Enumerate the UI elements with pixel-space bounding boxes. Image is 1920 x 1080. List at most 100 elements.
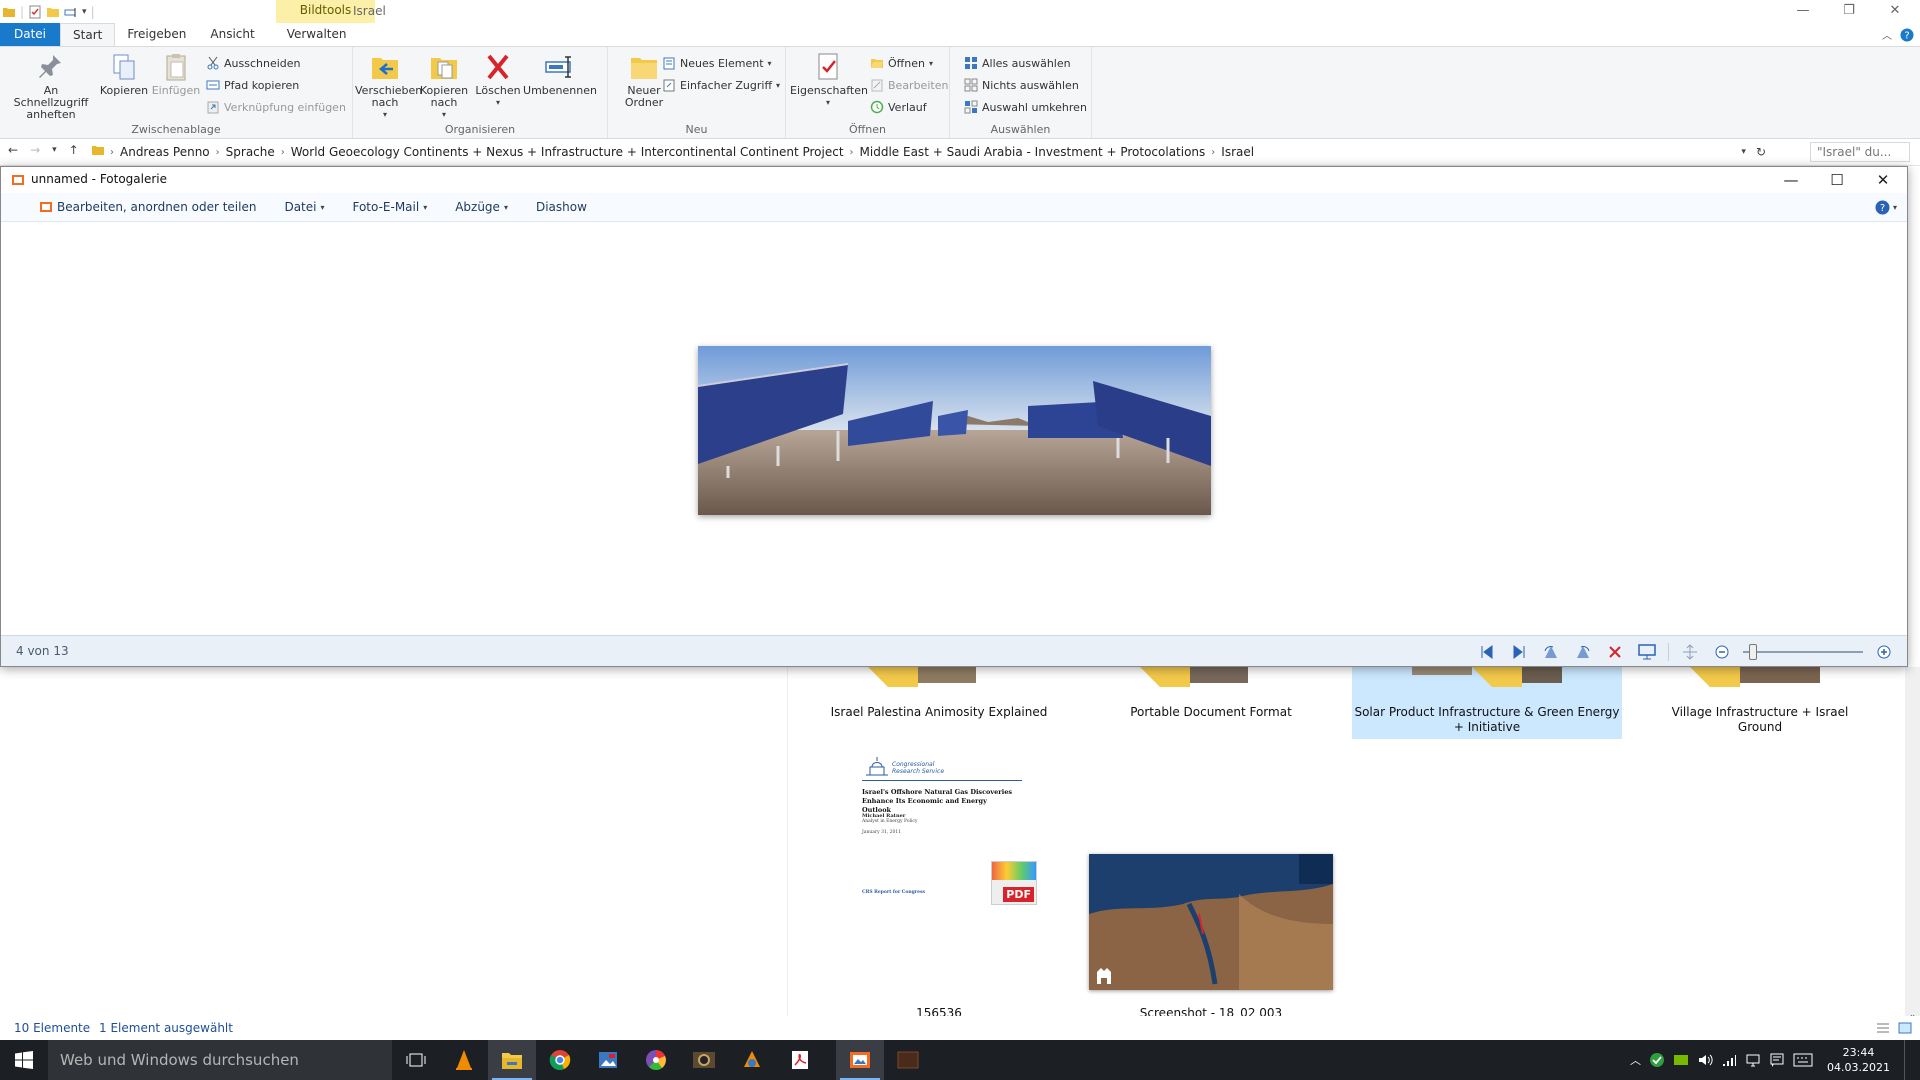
cut-button[interactable]: Ausschneiden — [206, 53, 301, 73]
restore-button[interactable]: ❐ — [1826, 0, 1872, 23]
properties-icon[interactable] — [28, 5, 42, 19]
search-input[interactable]: "Israel" du... — [1810, 142, 1910, 162]
breadcrumb-separator-icon[interactable]: › — [1209, 147, 1217, 158]
breadcrumb-item[interactable]: Sprache — [222, 145, 279, 159]
new-folder-icon[interactable] — [46, 5, 60, 19]
gallery-maximize-button[interactable]: ☐ — [1814, 167, 1860, 193]
breadcrumb-separator-icon[interactable]: › — [279, 147, 287, 158]
taskbar-app[interactable] — [728, 1040, 776, 1080]
back-arrow-icon[interactable]: ← — [8, 143, 18, 157]
slideshow-button[interactable]: Diashow — [522, 193, 601, 222]
paste-shortcut-button[interactable]: Verknüpfung einfügen — [206, 97, 346, 117]
clock[interactable]: 23:44 04.03.2021 — [1827, 1045, 1890, 1075]
move-to-button[interactable]: Verschieben nach ▾ — [355, 51, 422, 121]
tab-manage[interactable]: Verwalten — [275, 23, 359, 46]
taskbar-vlc[interactable] — [440, 1040, 488, 1080]
taskbar-photo-gallery[interactable] — [836, 1040, 884, 1080]
file-menu[interactable]: Datei ▾ — [270, 193, 338, 222]
tab-share[interactable]: Freigeben — [115, 23, 198, 46]
gallery-close-button[interactable]: ✕ — [1860, 167, 1906, 193]
collapse-ribbon-icon[interactable]: ︿ — [1882, 27, 1892, 42]
gallery-minimize-button[interactable]: — — [1768, 167, 1814, 193]
customize-qat-icon[interactable]: ▾ — [82, 7, 87, 17]
action-center-icon[interactable] — [1769, 1052, 1785, 1068]
item-thumbnail[interactable] — [1130, 667, 1290, 687]
open-button[interactable]: Öffnen ▾ — [870, 53, 933, 73]
list-item-selected[interactable]: Solar Product Infrastructure & Green Ene… — [1352, 667, 1622, 739]
refresh-icon[interactable]: ↻ — [1756, 145, 1766, 159]
copy-button[interactable]: Kopieren — [98, 51, 150, 97]
show-hidden-icons-icon[interactable]: ︿ — [1630, 1052, 1641, 1068]
up-arrow-icon[interactable]: ↑ — [69, 143, 79, 157]
edit-button[interactable]: Bearbeiten — [870, 75, 948, 95]
pin-quick-access-button[interactable]: An Schnellzugriff anheften — [6, 51, 96, 121]
pdf-thumbnail[interactable]: Congressional Research Service Israel's … — [856, 753, 1040, 905]
zoom-slider-thumb[interactable] — [1748, 644, 1757, 660]
delete-photo-button[interactable] — [1604, 641, 1626, 663]
item-thumbnail[interactable] — [858, 667, 1018, 687]
display-icon[interactable] — [1745, 1052, 1761, 1068]
breadcrumb-item[interactable]: Middle East + Saudi Arabia - Investment … — [856, 145, 1210, 159]
copy-to-button[interactable]: Kopieren nach ▾ — [415, 51, 473, 121]
invert-selection-button[interactable]: Auswahl umkehren — [964, 97, 1087, 117]
address-dropdown-icon[interactable]: ▾ — [1741, 147, 1746, 157]
list-item[interactable]: Village Infrastructure + Israel Ground — [1650, 705, 1870, 735]
properties-button[interactable]: Eigenschaften ▾ — [790, 51, 868, 109]
taskbar-file-explorer[interactable] — [488, 1040, 536, 1080]
delete-button[interactable]: Löschen ▾ — [475, 51, 521, 109]
task-view-button[interactable] — [392, 1040, 440, 1080]
map-screenshot-thumbnail[interactable] — [1089, 854, 1333, 990]
easy-access-button[interactable]: Einfacher Zugriff ▾ — [662, 75, 780, 95]
select-none-button[interactable]: Nichts auswählen — [964, 75, 1079, 95]
solar-farm-photo[interactable] — [698, 346, 1211, 515]
paste-button[interactable]: Einfügen — [150, 51, 202, 97]
close-button[interactable]: ✕ — [1872, 0, 1918, 23]
rename-button[interactable]: Umbenennen — [523, 51, 597, 97]
recent-locations-icon[interactable]: ▾ — [52, 145, 57, 155]
rotate-right-button[interactable] — [1572, 641, 1594, 663]
select-all-button[interactable]: Alles auswählen — [964, 53, 1071, 73]
actual-size-button[interactable] — [1679, 641, 1701, 663]
security-check-icon[interactable] — [1649, 1052, 1665, 1068]
tab-start[interactable]: Start — [60, 23, 116, 46]
breadcrumb-item[interactable]: World Geoecology Continents + Nexus + In… — [287, 145, 848, 159]
history-button[interactable]: Verlauf — [870, 97, 927, 117]
taskbar-photo-app[interactable] — [584, 1040, 632, 1080]
gallery-help-button[interactable]: ? ▾ — [1875, 200, 1897, 215]
zoom-slider[interactable] — [1743, 644, 1863, 660]
start-button[interactable] — [0, 1040, 48, 1080]
taskbar-pdf-app[interactable] — [776, 1040, 824, 1080]
prints-menu[interactable]: Abzüge ▾ — [441, 193, 522, 222]
forward-arrow-icon[interactable]: → — [30, 143, 40, 157]
breadcrumb-item[interactable]: Andreas Penno — [116, 145, 214, 159]
scrollbar[interactable]: ⌄ — [1905, 667, 1920, 1022]
photo-email-menu[interactable]: Foto-E-Mail ▾ — [338, 193, 441, 222]
large-icons-view-icon[interactable] — [1898, 1021, 1912, 1035]
previous-photo-button[interactable] — [1476, 641, 1498, 663]
list-item[interactable]: Portable Document Format — [1102, 705, 1320, 720]
show-desktop-button[interactable] — [1904, 1040, 1908, 1080]
breadcrumb-separator-icon[interactable]: › — [214, 147, 222, 158]
details-view-icon[interactable] — [1876, 1021, 1890, 1035]
zoom-in-button[interactable] — [1873, 641, 1895, 663]
copy-path-button[interactable]: Pfad kopieren — [206, 75, 299, 95]
help-icon[interactable]: ? — [1900, 28, 1914, 42]
taskbar-search-input[interactable]: Web und Windows durchsuchen — [48, 1040, 392, 1080]
zoom-out-button[interactable] — [1711, 641, 1733, 663]
tab-view[interactable]: Ansicht — [198, 23, 266, 46]
edit-organize-share-button[interactable]: Bearbeiten, anordnen oder teilen — [25, 193, 270, 222]
tab-file[interactable]: Datei — [0, 23, 61, 46]
taskbar-chrome[interactable] — [536, 1040, 584, 1080]
rename-icon[interactable] — [64, 5, 78, 19]
rotate-left-button[interactable] — [1540, 641, 1562, 663]
keyboard-icon[interactable] — [1793, 1053, 1813, 1067]
item-thumbnail[interactable] — [1680, 667, 1840, 687]
taskbar-picasa[interactable] — [632, 1040, 680, 1080]
breadcrumb-item[interactable]: Israel — [1217, 145, 1258, 159]
list-item[interactable]: Israel Palestina Animosity Explained — [830, 705, 1048, 720]
taskbar-camera-app[interactable] — [680, 1040, 728, 1080]
volume-icon[interactable] — [1697, 1052, 1713, 1068]
slideshow-play-button[interactable] — [1636, 641, 1658, 663]
network-icon[interactable] — [1721, 1052, 1737, 1068]
new-item-button[interactable]: Neues Element ▾ — [662, 53, 772, 73]
